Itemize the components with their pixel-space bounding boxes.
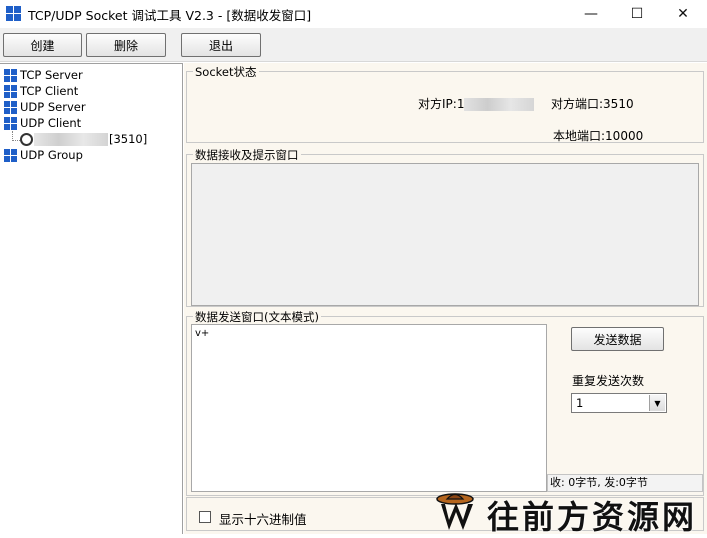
group-title: Socket状态 xyxy=(193,64,259,80)
tree-item-label: TCP Server xyxy=(20,68,83,82)
network-icon xyxy=(4,116,17,130)
repeat-count-value: 1 xyxy=(576,396,584,410)
send-group: 数据发送窗口(文本模式) v+ 发送数据 重复发送次数 1 ▼ 收: 0字节, … xyxy=(186,309,704,496)
tree-item-label: UDP Client xyxy=(20,116,82,130)
tree-item-label: TCP Client xyxy=(20,84,79,98)
repeat-count-label: 重复发送次数 xyxy=(572,374,645,388)
main-panel: Socket状态 对方IP:1 对方端口:3510 本地端口:10000 数据接… xyxy=(184,63,707,534)
repeat-count-select[interactable]: 1 ▼ xyxy=(571,393,667,413)
watermark-logo-icon xyxy=(436,493,474,530)
chevron-down-icon[interactable]: ▼ xyxy=(649,395,665,411)
app-icon xyxy=(6,6,22,22)
peer-port: 对方端口:3510 xyxy=(551,97,634,111)
create-button[interactable]: 创建 xyxy=(3,33,82,57)
peer-ip: 对方IP:1 xyxy=(418,95,535,112)
delete-button[interactable]: 删除 xyxy=(86,33,166,57)
tree-item-udp-group[interactable]: UDP Group xyxy=(4,147,83,163)
socket-status-group: Socket状态 对方IP:1 对方端口:3510 本地端口:10000 xyxy=(186,64,704,143)
window-title: TCP/UDP Socket 调试工具 V2.3 - [数据收发窗口] xyxy=(28,8,312,23)
tree-item-tcp-client[interactable]: TCP Client xyxy=(4,83,78,99)
redacted-ip xyxy=(464,98,535,111)
tree-item-label: UDP Group xyxy=(20,148,83,162)
network-icon xyxy=(4,100,17,114)
tree-item-udp-server[interactable]: UDP Server xyxy=(4,99,86,115)
network-icon xyxy=(4,68,17,82)
hex-display-checkbox[interactable] xyxy=(199,511,211,523)
exit-button[interactable]: 退出 xyxy=(181,33,261,57)
title-bar: TCP/UDP Socket 调试工具 V2.3 - [数据收发窗口] — ☐ … xyxy=(0,0,707,28)
maximize-button[interactable]: ☐ xyxy=(614,0,660,28)
toolbar: 创建 删除 退出 xyxy=(0,28,707,62)
network-icon xyxy=(4,84,17,98)
hex-display-label: 显示十六进制值 xyxy=(219,512,307,527)
tree-item-label: [3510] xyxy=(109,132,148,146)
connection-tree: TCP Server TCP Client UDP Server UDP Cli… xyxy=(0,63,183,534)
watermark: 往前方资源网 xyxy=(435,488,707,536)
tree-item-udp-client[interactable]: UDP Client xyxy=(4,115,81,131)
group-title: 数据发送窗口(文本模式) xyxy=(193,309,321,325)
receive-textarea[interactable] xyxy=(191,163,699,306)
peer-ip-label: 对方IP:1 xyxy=(418,97,465,111)
redacted-address xyxy=(34,132,108,146)
watermark-text: 往前方资源网 xyxy=(487,498,698,536)
tree-item-label: UDP Server xyxy=(20,100,86,114)
connection-icon xyxy=(20,132,33,146)
minimize-button[interactable]: — xyxy=(568,0,614,28)
network-icon xyxy=(4,148,17,162)
receive-group: 数据接收及提示窗口 xyxy=(186,147,704,307)
tree-item-tcp-server[interactable]: TCP Server xyxy=(4,67,83,83)
group-title: 数据接收及提示窗口 xyxy=(193,147,301,163)
send-textarea[interactable]: v+ xyxy=(191,324,547,492)
tree-item-client-connection[interactable]: [3510] xyxy=(14,131,147,147)
close-button[interactable]: ✕ xyxy=(660,0,706,28)
local-port: 本地端口:10000 xyxy=(553,129,644,143)
send-data-button[interactable]: 发送数据 xyxy=(571,327,664,351)
